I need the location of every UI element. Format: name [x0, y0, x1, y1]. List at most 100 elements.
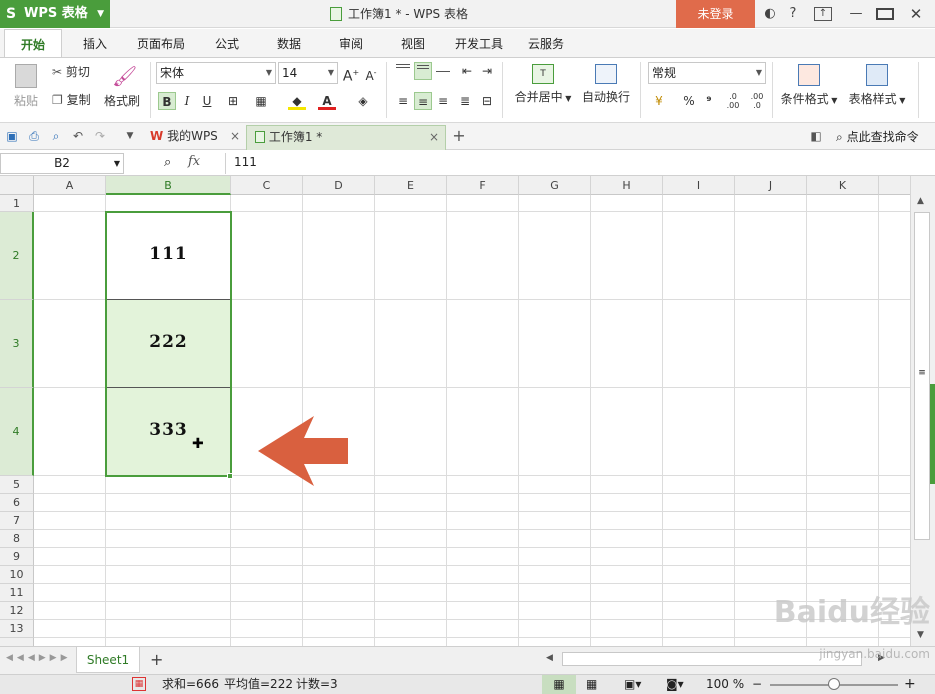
macro-icon[interactable]: ▦ [132, 677, 146, 691]
column-header-a[interactable]: A [34, 176, 106, 195]
eye-protection-icon[interactable]: ◙▾ [666, 675, 684, 694]
close-icon[interactable]: × [429, 126, 439, 149]
column-header-d[interactable]: D [303, 176, 375, 195]
upload-icon[interactable]: ↑ [814, 7, 832, 21]
decrease-font-button[interactable]: A- [362, 64, 380, 83]
distribute-icon[interactable]: ⊟ [478, 92, 496, 110]
table-style-button[interactable]: 表格样式 ▼ [844, 64, 910, 107]
cell-b3[interactable]: 222 [106, 332, 231, 352]
column-header-l[interactable] [879, 176, 910, 195]
column-header-h[interactable]: H [591, 176, 663, 195]
zoom-slider-thumb[interactable] [828, 678, 840, 690]
merge-center-button[interactable]: T 合并居中 ▼ [510, 64, 576, 105]
vertical-scrollbar[interactable]: ▲ ≡ ▼ [910, 176, 935, 646]
currency-icon[interactable]: ¥ [650, 92, 668, 110]
align-middle-icon[interactable] [414, 62, 432, 80]
row-header-13[interactable]: 13 [0, 620, 34, 638]
row-header-4[interactable]: 4 [0, 388, 34, 476]
function-icon[interactable]: fx [188, 154, 200, 169]
column-header-i[interactable]: I [663, 176, 735, 195]
bold-button[interactable]: B [158, 92, 176, 110]
column-header-g[interactable]: G [519, 176, 591, 195]
clear-format-icon[interactable]: ◈ [354, 92, 372, 110]
tab-insert[interactable]: 插入 [70, 29, 120, 57]
column-header-b[interactable]: B [106, 176, 231, 195]
borders-icon[interactable]: ⊞ [224, 92, 242, 110]
row-header-5[interactable]: 5 [0, 476, 34, 494]
page-layout-view-icon[interactable]: ▣▾ [624, 675, 641, 694]
normal-view-icon[interactable]: ▦ [542, 675, 576, 694]
scroll-down-icon[interactable]: ▼ [917, 630, 924, 640]
row-header-11[interactable]: 11 [0, 584, 34, 602]
column-header-c[interactable]: C [231, 176, 303, 195]
align-center-icon[interactable]: ≡ [414, 92, 432, 110]
cell-b4[interactable]: 333 [106, 420, 231, 440]
tab-home[interactable]: 开始 [4, 29, 62, 57]
sheet-tab-sheet1[interactable]: Sheet1 [76, 647, 140, 673]
underline-button[interactable]: U [198, 92, 216, 110]
row-header-2[interactable]: 2 [0, 212, 34, 300]
command-search[interactable]: ⌕ 点此查找命令 [836, 128, 919, 145]
increase-font-button[interactable]: A+ [342, 64, 360, 85]
paste-button[interactable]: 粘贴 [6, 64, 46, 109]
zoom-out-icon[interactable]: − [752, 675, 762, 694]
scroll-thumb[interactable]: ≡ [914, 212, 930, 540]
font-size-select[interactable]: 14 ▼ [278, 62, 338, 84]
increase-decimal-icon[interactable]: .0.00 [724, 92, 742, 110]
print-preview-icon[interactable]: ⌕ [48, 128, 64, 144]
cell-b2[interactable]: 111 [106, 244, 231, 264]
zoom-lookup-icon[interactable]: ⌕ [164, 155, 171, 170]
tab-view[interactable]: 视图 [390, 29, 436, 57]
column-header-e[interactable]: E [375, 176, 447, 195]
skin-icon[interactable]: ◐ [760, 6, 780, 22]
help-icon[interactable]: ? [782, 6, 804, 22]
row-header-10[interactable]: 10 [0, 566, 34, 584]
row-header-7[interactable]: 7 [0, 512, 34, 530]
select-all-corner[interactable] [0, 176, 34, 195]
row-header-14[interactable] [0, 638, 34, 646]
tab-data[interactable]: 数据 [266, 29, 312, 57]
login-button[interactable]: 未登录 [676, 0, 755, 28]
row-header-12[interactable]: 12 [0, 602, 34, 620]
zoom-in-icon[interactable]: + [904, 675, 916, 694]
close-icon[interactable]: × [230, 125, 240, 148]
align-left-icon[interactable]: ≡ [394, 92, 412, 110]
increase-indent-icon[interactable]: ⇥ [478, 62, 496, 80]
column-header-j[interactable]: J [735, 176, 807, 195]
minimize-icon[interactable]: — [846, 6, 866, 22]
copy-button[interactable]: ❐ 复制 [52, 90, 91, 110]
row-header-9[interactable]: 9 [0, 548, 34, 566]
italic-button[interactable]: I [178, 92, 196, 110]
number-format-select[interactable]: 常规 ▼ [648, 62, 766, 84]
decrease-decimal-icon[interactable]: .00.0 [748, 92, 766, 110]
horizontal-scroll-thumb[interactable] [562, 652, 862, 666]
name-box[interactable]: B2 ▼ [0, 153, 124, 174]
row-header-8[interactable]: 8 [0, 530, 34, 548]
fill-color-icon[interactable]: ◆ [288, 92, 306, 110]
comma-button[interactable]: ⁹ [700, 92, 718, 110]
save-icon[interactable]: ▣ [4, 128, 20, 144]
page-break-view-icon[interactable]: ▦ [586, 675, 597, 694]
column-header-f[interactable]: F [447, 176, 519, 195]
row-header-3[interactable]: 3 [0, 300, 34, 388]
tab-my-wps[interactable]: W 我的WPS × [142, 125, 246, 150]
column-header-k[interactable]: K [807, 176, 879, 195]
formula-input[interactable]: 111 [225, 153, 935, 174]
scroll-right-icon[interactable]: ▶ [878, 653, 885, 663]
tab-page-layout[interactable]: 页面布局 [130, 29, 192, 57]
decrease-indent-icon[interactable]: ⇤ [458, 62, 476, 80]
cell-style-icon[interactable]: ▦ [252, 92, 270, 110]
spreadsheet-grid[interactable]: A B C D E F G H I J K 1 2 3 4 5 6 7 8 9 … [0, 176, 910, 646]
new-tab-icon[interactable]: + [451, 128, 467, 144]
conditional-format-button[interactable]: 条件格式 ▼ [776, 64, 842, 107]
percent-button[interactable]: % [680, 92, 698, 110]
font-color-icon[interactable]: A [318, 92, 336, 110]
zoom-level[interactable]: 100 % [706, 675, 744, 694]
tab-developer[interactable]: 开发工具 [448, 29, 510, 57]
cut-button[interactable]: ✂ 剪切 [52, 62, 90, 82]
print-icon[interactable]: ⎙ [26, 128, 42, 144]
row-header-6[interactable]: 6 [0, 494, 34, 512]
tab-formulas[interactable]: 公式 [204, 29, 250, 57]
align-top-icon[interactable] [394, 62, 412, 80]
tab-cloud[interactable]: 云服务 [520, 29, 572, 57]
